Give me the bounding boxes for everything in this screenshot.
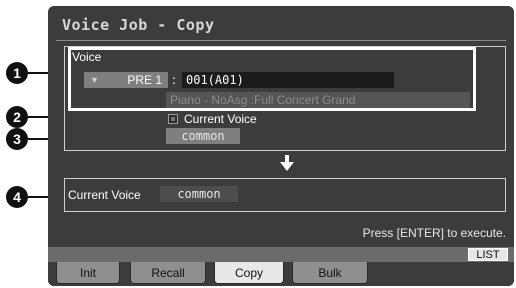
source-element-select[interactable]: common: [166, 128, 240, 144]
destination-label: Current Voice: [68, 188, 141, 202]
down-arrow-icon: [280, 155, 294, 171]
tab-init[interactable]: Init: [56, 262, 120, 284]
tab-recall[interactable]: Recall: [130, 262, 206, 284]
callout-marker-1: 1: [6, 62, 28, 84]
execute-instruction: Press [ENTER] to execute.: [362, 226, 506, 240]
current-voice-checkbox[interactable]: [168, 114, 178, 124]
title-divider: [56, 40, 506, 41]
callout-marker-3: 3: [6, 128, 28, 150]
list-button[interactable]: LIST: [468, 248, 508, 261]
voice-label: Voice: [72, 50, 102, 64]
tab-bar: Init Recall Copy Bulk: [48, 262, 514, 286]
bank-select[interactable]: ▼ PRE 1: [84, 72, 168, 88]
footer-bar: [48, 247, 514, 262]
tab-copy[interactable]: Copy: [214, 262, 284, 284]
current-voice-checkbox-label: Current Voice: [184, 112, 257, 126]
callout-marker-2: 2: [6, 106, 28, 128]
bank-value: PRE 1: [127, 73, 162, 87]
tab-bulk[interactable]: Bulk: [292, 262, 368, 284]
bank-number-separator: :: [172, 73, 177, 87]
voice-name-display: Piano - NoAsg :Full Concert Grand: [166, 92, 470, 108]
page-title: Voice Job - Copy: [62, 16, 215, 34]
triangle-down-icon: ▼: [90, 75, 99, 85]
callout-marker-4: 4: [6, 186, 28, 208]
voice-number-field[interactable]: 001(A01): [182, 72, 394, 88]
voice-job-screen: Voice Job - Copy Voice ▼ PRE 1 : 001(A01…: [48, 6, 514, 286]
destination-element-select[interactable]: common: [160, 186, 238, 202]
